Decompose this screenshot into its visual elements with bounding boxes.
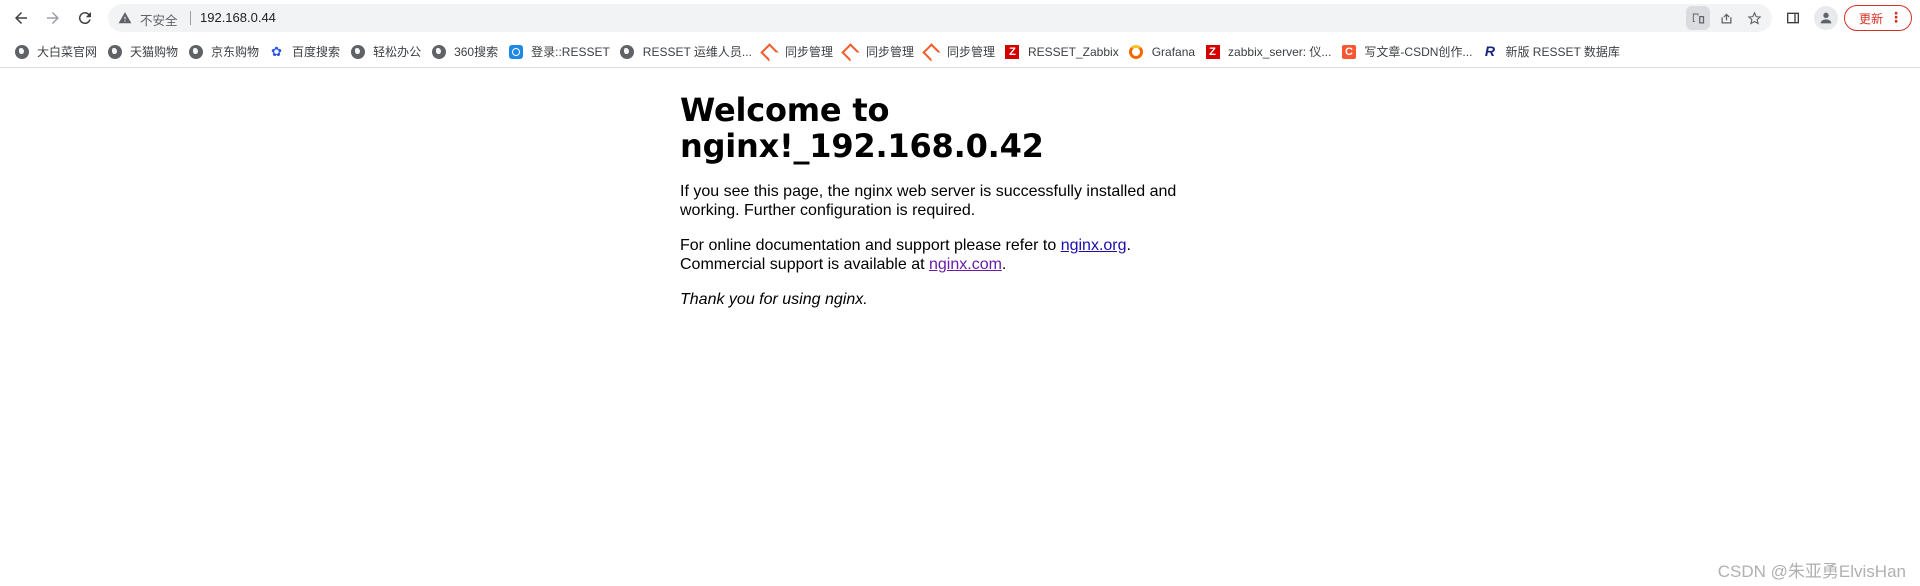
sync-icon	[843, 44, 858, 59]
reload-button[interactable]	[70, 3, 100, 33]
bookmark-label: 大白菜官网	[37, 45, 98, 59]
docs-text: For online documentation and support ple…	[680, 237, 1061, 254]
bookmark-label: 360搜索	[454, 45, 499, 59]
bookmark-item[interactable]: R 新版 RESSET 数据库	[1478, 40, 1625, 64]
bookmark-item[interactable]: 登录::RESSET	[504, 40, 616, 64]
page-heading: Welcome to nginx!_192.168.0.42	[680, 91, 1044, 165]
bookmark-label: 同步管理	[946, 45, 995, 59]
security-status-label[interactable]: 不安全	[140, 10, 178, 29]
omnibox-actions	[1686, 6, 1766, 30]
more-vert-icon[interactable]: ⋮	[1889, 9, 1903, 25]
bookmark-item[interactable]: 同步管理	[839, 40, 920, 64]
commercial-text: Commercial support is available at	[680, 256, 929, 273]
sync-icon	[762, 44, 777, 59]
resset-spiral-icon	[508, 44, 523, 59]
browser-toolbar: 不安全 192.168.0.44 更新 ⋮	[0, 0, 1920, 36]
address-bar[interactable]: 不安全 192.168.0.44	[108, 4, 1772, 32]
bookmark-label: 京东购物	[211, 45, 260, 59]
sync-icon	[924, 44, 939, 59]
translate-icon[interactable]	[1686, 6, 1710, 30]
nginx-com-link[interactable]: nginx.com	[929, 256, 1002, 273]
forward-button[interactable]	[38, 3, 68, 33]
bookmark-item[interactable]: 天猫购物	[103, 40, 184, 64]
docs-paragraph: For online documentation and support ple…	[680, 236, 1240, 274]
back-arrow-icon	[15, 12, 27, 24]
grafana-icon	[1129, 44, 1144, 59]
commercial-suffix: .	[1001, 256, 1007, 273]
back-button[interactable]	[6, 3, 36, 33]
star-icon[interactable]	[1742, 6, 1766, 30]
globe-icon	[107, 44, 122, 59]
reload-icon	[78, 12, 91, 25]
bookmark-item[interactable]: ✿ 百度搜索	[265, 40, 346, 64]
page-content: Welcome to nginx!_192.168.0.42 If you se…	[680, 92, 1240, 325]
thanks-paragraph: Thank you for using nginx.	[680, 290, 1240, 309]
bookmark-item[interactable]: 京东购物	[184, 40, 265, 64]
bookmark-label: RESSET_Zabbix	[1027, 44, 1119, 59]
baidu-paw-icon: ✿	[271, 44, 282, 59]
update-button[interactable]: 更新 ⋮	[1844, 5, 1912, 31]
bookmark-item[interactable]: 同步管理	[920, 40, 1001, 64]
bookmark-label: 轻松办公	[373, 45, 422, 59]
bookmark-label: 同步管理	[784, 45, 833, 59]
resset-r-icon: R	[1484, 43, 1495, 59]
warning-icon[interactable]	[118, 11, 132, 25]
bookmark-item[interactable]: Grafana	[1125, 40, 1201, 64]
globe-icon	[188, 44, 203, 59]
bookmark-item[interactable]: 轻松办公	[346, 40, 427, 64]
intro-paragraph: If you see this page, the nginx web serv…	[680, 183, 1177, 219]
omnibox-separator	[190, 11, 191, 25]
globe-icon	[620, 44, 635, 59]
bookmark-item[interactable]: Zzabbix_server: 仪...	[1201, 40, 1337, 64]
globe-icon	[14, 44, 29, 59]
bookmark-label: RESSET 运维人员...	[642, 45, 752, 59]
bookmarks-bar: 大白菜官网 天猫购物 京东购物 ✿ 百度搜索 轻松办公 360搜索 登录::RESSET RES…	[0, 36, 1920, 68]
profile-icon[interactable]	[1814, 6, 1838, 30]
bookmark-label: 写文章-CSDN创作...	[1364, 45, 1473, 59]
bookmark-item[interactable]: RESSET 运维人员...	[616, 40, 758, 64]
csdn-icon: C	[1341, 44, 1356, 59]
bookmark-label: 登录::RESSET	[531, 45, 610, 59]
bookmark-item[interactable]: 大白菜官网	[10, 40, 103, 64]
bookmark-label: 新版 RESSET 数据库	[1505, 45, 1620, 59]
globe-icon	[350, 44, 365, 59]
update-label: 更新	[1859, 11, 1884, 26]
bookmark-item[interactable]: 同步管理	[758, 40, 839, 64]
bookmark-label: Grafana	[1151, 44, 1196, 59]
side-panel-icon[interactable]	[1781, 6, 1805, 30]
zabbix-icon: Z	[1005, 44, 1020, 59]
bookmark-label: 天猫购物	[130, 45, 179, 59]
zabbix-icon: Z	[1205, 44, 1220, 59]
url-text[interactable]: 192.168.0.44	[200, 10, 276, 25]
nginx-org-link[interactable]: nginx.org	[1061, 237, 1127, 254]
bookmark-label: 同步管理	[865, 45, 914, 59]
globe-icon	[431, 44, 446, 59]
forward-arrow-icon	[47, 12, 59, 24]
bookmark-item[interactable]: 360搜索	[427, 40, 504, 64]
bookmark-label: zabbix_server: 仪...	[1228, 45, 1332, 59]
csdn-watermark: CSDN @朱亚勇ElvisHan	[1717, 562, 1906, 581]
bookmark-item[interactable]: C 写文章-CSDN创作...	[1337, 40, 1478, 64]
bookmark-item[interactable]: Z RESSET_Zabbix	[1001, 40, 1125, 64]
share-icon[interactable]	[1714, 6, 1738, 30]
thanks-text: Thank you for using nginx.	[680, 291, 868, 308]
bookmark-label: 百度搜索	[292, 45, 341, 59]
docs-suffix: .	[1126, 237, 1131, 254]
